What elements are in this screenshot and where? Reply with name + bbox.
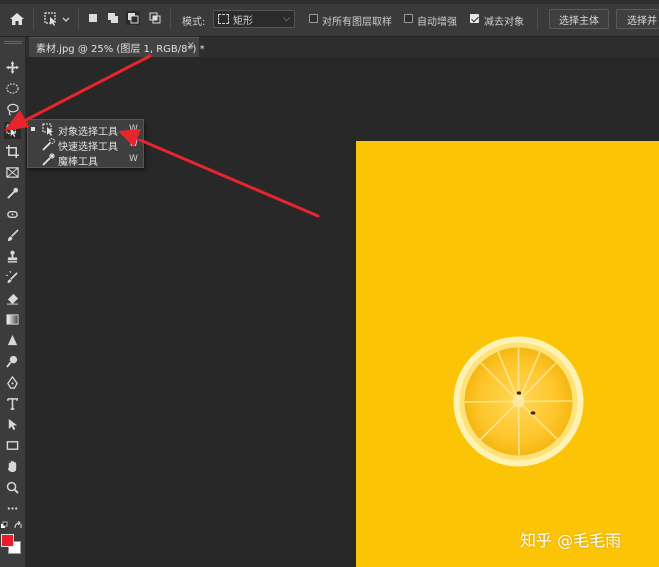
default-colors-icon[interactable] bbox=[1, 521, 9, 529]
options-bar: 模式: 矩形 ⌵ 对所有图层取样 自动增强 减去对象 选择主体 选择并 bbox=[0, 0, 659, 37]
subtract-object-label: 减去对象 bbox=[484, 17, 524, 28]
mode-label: 模式: bbox=[182, 17, 206, 28]
divider bbox=[170, 8, 171, 30]
chevron-down-icon: ⌵ bbox=[283, 14, 290, 24]
subtract-object-checkbox[interactable] bbox=[470, 14, 479, 23]
frame-tool-icon[interactable] bbox=[4, 164, 21, 181]
object-selection-icon bbox=[42, 123, 53, 136]
watermark-text: 知乎 @毛毛雨 bbox=[520, 531, 622, 550]
lasso-tool-icon[interactable] bbox=[4, 101, 21, 118]
new-selection-icon[interactable] bbox=[86, 11, 100, 25]
divider bbox=[537, 8, 538, 30]
add-to-selection-icon[interactable] bbox=[106, 11, 120, 25]
brush-tool-icon[interactable] bbox=[4, 227, 21, 244]
mode-select[interactable]: 矩形 ⌵ bbox=[213, 10, 295, 28]
foreground-color-swatch[interactable] bbox=[1, 534, 14, 547]
divider bbox=[78, 8, 79, 30]
hand-tool-icon[interactable] bbox=[4, 458, 21, 475]
flyout-item-shortcut: W bbox=[129, 154, 138, 164]
magic-wand-icon bbox=[42, 153, 55, 166]
subtract-from-selection-icon[interactable] bbox=[126, 11, 140, 25]
blur-tool-icon[interactable] bbox=[4, 332, 21, 349]
home-icon[interactable] bbox=[6, 9, 28, 29]
history-brush-tool-icon[interactable] bbox=[4, 269, 21, 286]
zoom-tool-icon[interactable] bbox=[4, 479, 21, 496]
document-tab-title: 素材.jpg @ 25% (图层 1, RGB/8*) * bbox=[36, 44, 205, 55]
type-tool-icon[interactable] bbox=[4, 395, 21, 412]
flyout-item-label: 对象选择工具 bbox=[58, 127, 118, 138]
rectangle-tool-icon[interactable] bbox=[4, 437, 21, 454]
selected-bullet bbox=[31, 127, 35, 131]
document-tab[interactable]: 素材.jpg @ 25% (图层 1, RGB/8*) * × bbox=[29, 37, 205, 57]
panel-grip[interactable] bbox=[4, 41, 22, 44]
dodge-tool-icon[interactable] bbox=[4, 353, 21, 370]
color-swatches bbox=[0, 521, 26, 561]
flyout-item-label: 魔棒工具 bbox=[58, 157, 98, 168]
sample-all-layers-checkbox[interactable] bbox=[309, 14, 318, 23]
intersect-selection-icon[interactable] bbox=[148, 11, 162, 25]
rectangle-marquee-icon bbox=[218, 14, 229, 24]
crop-tool-icon[interactable] bbox=[4, 143, 21, 160]
eyedropper-tool-icon[interactable] bbox=[4, 185, 21, 202]
pen-tool-icon[interactable] bbox=[4, 374, 21, 391]
menu-bar-edge bbox=[0, 0, 659, 4]
lemon-slice-image bbox=[453, 336, 584, 467]
select-and-mask-button[interactable]: 选择并 bbox=[616, 9, 659, 29]
auto-enhance-checkbox[interactable] bbox=[404, 14, 413, 23]
quick-selection-icon bbox=[42, 138, 55, 151]
path-selection-tool-icon[interactable] bbox=[4, 416, 21, 433]
spot-healing-brush-icon[interactable] bbox=[4, 206, 21, 223]
clone-stamp-tool-icon[interactable] bbox=[4, 248, 21, 265]
flyout-item-label: 快速选择工具 bbox=[58, 142, 118, 153]
close-icon[interactable]: × bbox=[187, 40, 195, 51]
gradient-tool-icon[interactable] bbox=[4, 311, 21, 328]
object-selection-tool-icon[interactable] bbox=[4, 122, 21, 139]
tool-preset-picker[interactable] bbox=[40, 9, 74, 29]
flyout-item-magic-wand[interactable]: 魔棒工具 W bbox=[28, 152, 143, 168]
eraser-tool-icon[interactable] bbox=[4, 290, 21, 307]
tools-panel bbox=[0, 37, 26, 567]
more-tools-icon[interactable] bbox=[4, 500, 21, 517]
document-tab-bar: 素材.jpg @ 25% (图层 1, RGB/8*) * × bbox=[26, 37, 659, 57]
divider bbox=[33, 8, 34, 30]
move-tool-icon[interactable] bbox=[4, 59, 21, 76]
flyout-item-shortcut: W bbox=[129, 139, 138, 149]
select-subject-button[interactable]: 选择主体 bbox=[549, 9, 609, 29]
selection-tools-flyout: 对象选择工具 W 快速选择工具 W 魔棒工具 W bbox=[27, 119, 144, 168]
mode-value: 矩形 bbox=[233, 15, 253, 27]
swap-colors-icon[interactable] bbox=[14, 521, 23, 530]
auto-enhance-label: 自动增强 bbox=[417, 17, 457, 28]
elliptical-marquee-tool-icon[interactable] bbox=[4, 80, 21, 97]
document-image[interactable] bbox=[356, 141, 659, 567]
flyout-item-shortcut: W bbox=[129, 124, 138, 134]
sample-all-layers-label: 对所有图层取样 bbox=[322, 17, 392, 28]
flyout-item-quick-selection[interactable]: 快速选择工具 W bbox=[28, 137, 143, 153]
flyout-item-object-selection[interactable]: 对象选择工具 W bbox=[28, 122, 143, 138]
